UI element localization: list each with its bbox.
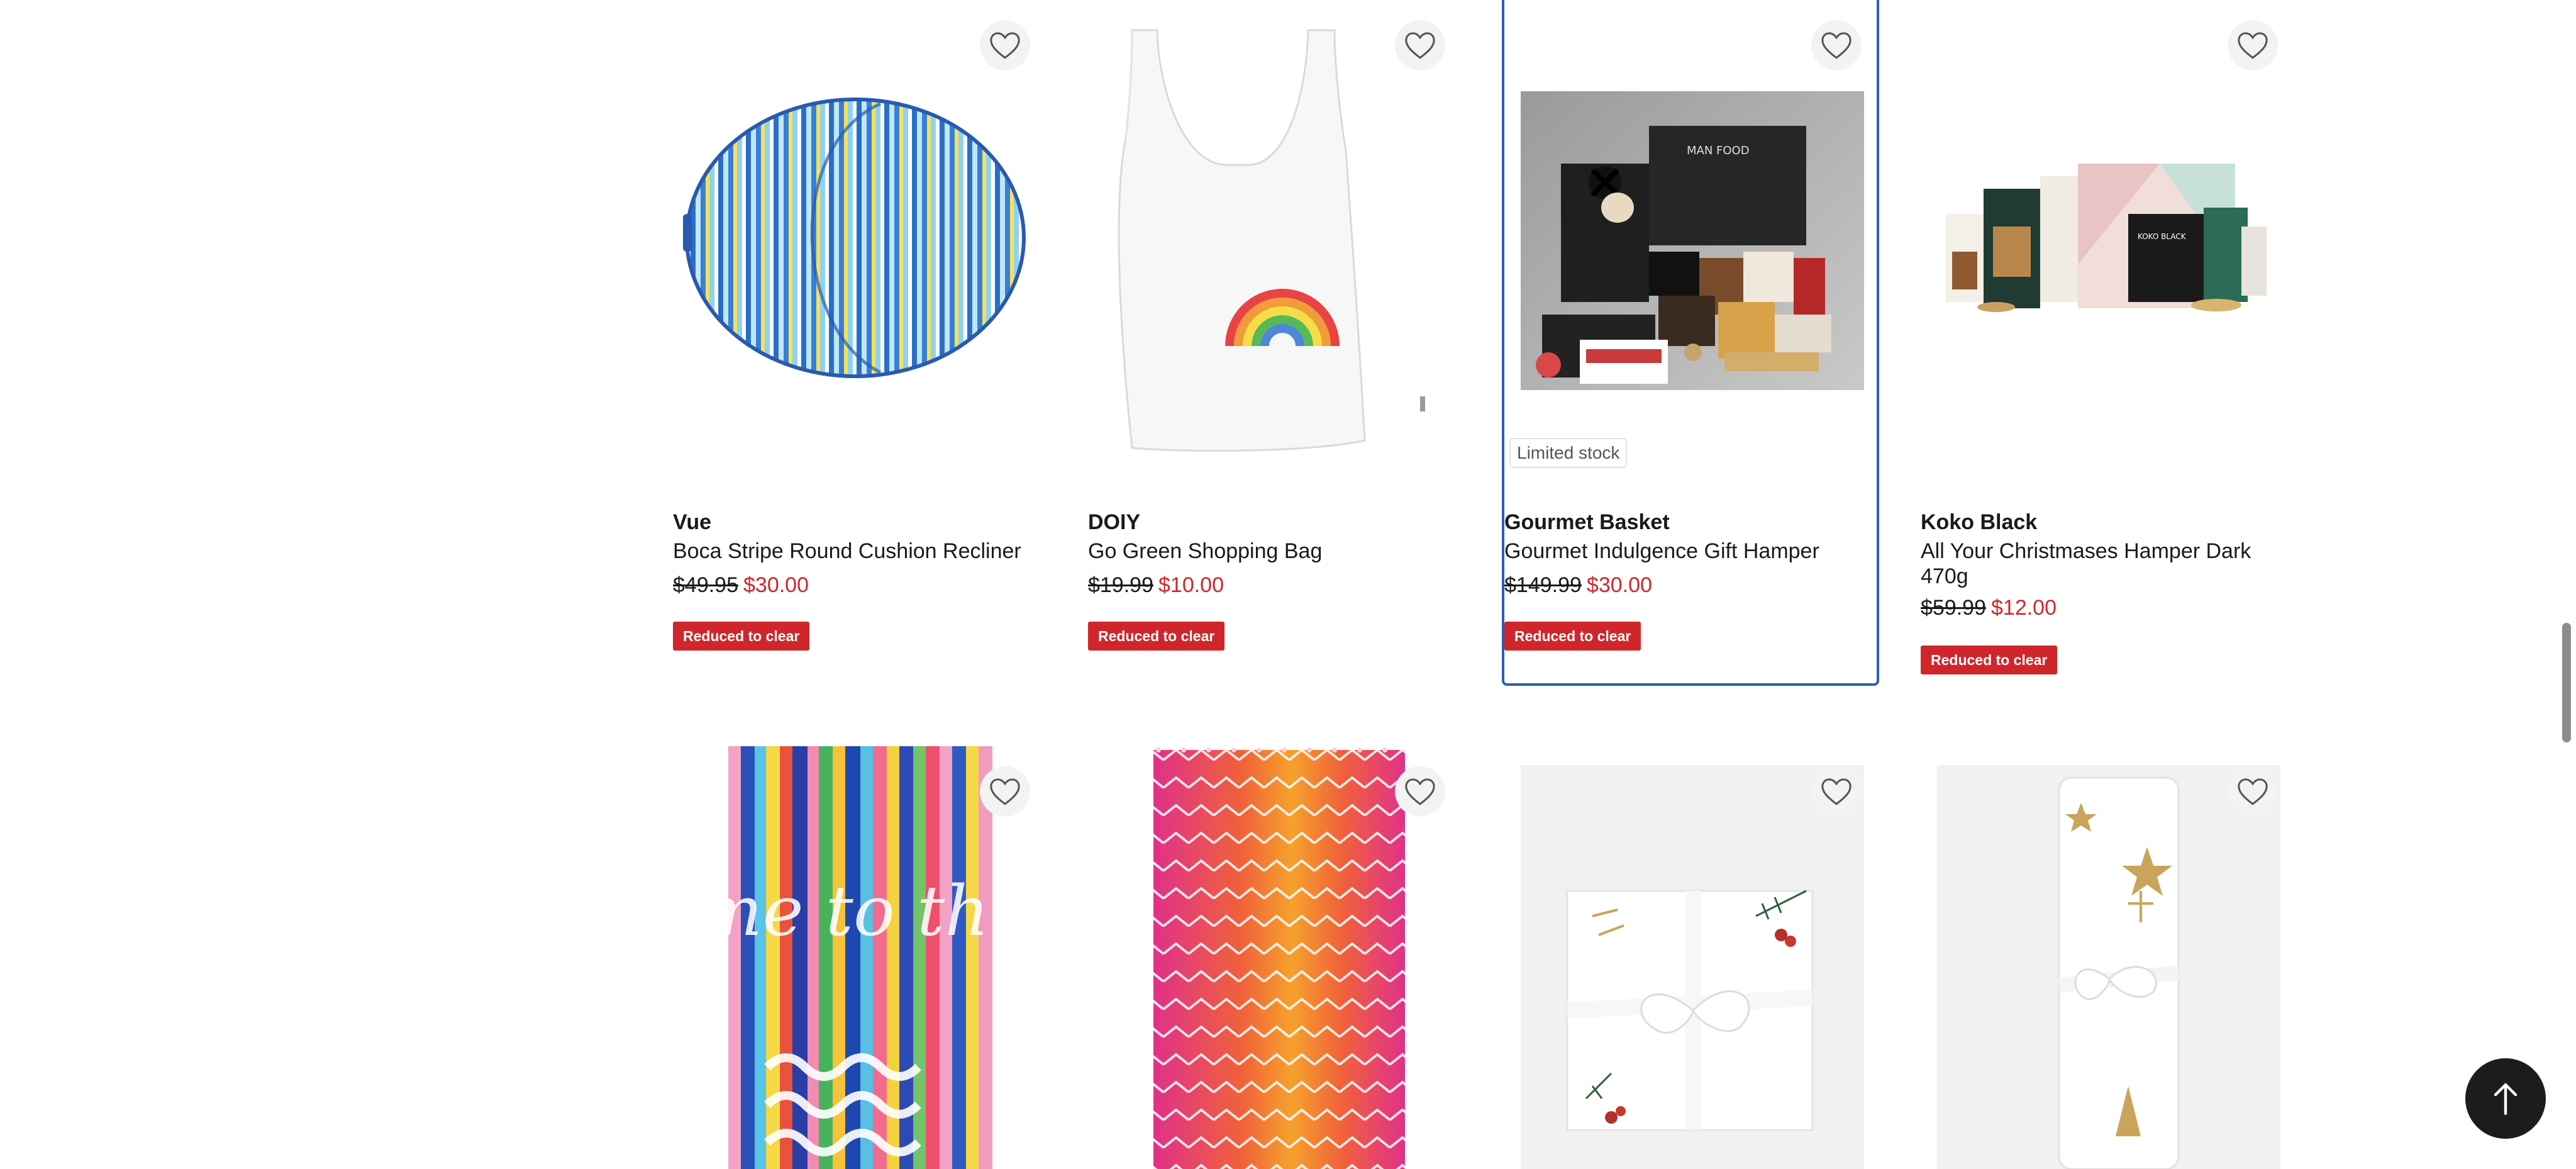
favourite-button[interactable] [1811, 20, 1862, 70]
reduced-to-clear-badge: Reduced to clear [1504, 622, 1641, 651]
product-image[interactable] [673, 0, 1050, 478]
product-brand[interactable]: Vue [673, 510, 711, 535]
product-grid: Vue Boca Stripe Round Cushion Recliner $… [0, 0, 2576, 1169]
arrow-up-icon [2494, 1083, 2518, 1116]
sale-price: $30.00 [1586, 573, 1652, 597]
product-card[interactable] [1504, 746, 1882, 1169]
sale-price: $12.00 [1991, 596, 2057, 620]
heart-outline-icon [990, 778, 1020, 805]
product-image[interactable] [1088, 0, 1465, 478]
heart-outline-icon [990, 32, 1020, 59]
product-price: $49.95 $30.00 [673, 573, 809, 598]
product-image[interactable]: KOKO BLACK [1921, 0, 2298, 478]
back-to-top-button[interactable] [2465, 1058, 2546, 1139]
heart-outline-icon [1821, 778, 1852, 805]
favourite-button[interactable] [2228, 766, 2278, 817]
shopping-bag-image [1118, 29, 1425, 452]
original-price: $149.99 [1504, 573, 1582, 597]
svg-text:MAN FOOD: MAN FOOD [1687, 144, 1750, 157]
heart-outline-icon [1405, 32, 1435, 59]
favourite-button[interactable] [1395, 766, 1445, 817]
sale-price: $30.00 [743, 573, 809, 597]
product-name[interactable]: Boca Stripe Round Cushion Recliner [673, 539, 1050, 564]
original-price: $19.99 [1088, 573, 1153, 597]
product-brand[interactable]: Koko Black [1921, 510, 2037, 535]
cushion-recliner-image [683, 98, 1026, 378]
reduced-to-clear-badge: Reduced to clear [1921, 646, 2058, 674]
product-name[interactable]: All Your Christmases Hamper Dark 470g [1921, 539, 2298, 589]
favourite-button[interactable] [1811, 766, 1862, 817]
product-price: $59.99 $12.00 [1921, 595, 2057, 620]
product-card[interactable] [1088, 746, 1465, 1169]
favourite-button[interactable] [1395, 20, 1445, 70]
reduced-to-clear-badge: Reduced to clear [673, 622, 810, 651]
product-card[interactable]: take me to the SEA [673, 746, 1050, 1169]
towel-print-text: take me to the SEA [673, 871, 1050, 951]
product-brand[interactable]: Gourmet Basket [1504, 510, 1670, 535]
limited-stock-label: Limited stock [1509, 438, 1628, 468]
product-price: $19.99 $10.00 [1088, 573, 1224, 598]
heart-outline-icon [2238, 32, 2268, 59]
original-price: $59.99 [1921, 596, 1986, 620]
svg-text:KOKO BLACK: KOKO BLACK [2138, 232, 2187, 241]
chocolate-hamper-image: KOKO BLACK [1946, 164, 2267, 312]
product-brand[interactable]: DOIY [1088, 510, 1140, 535]
product-image[interactable]: MAN FOOD Limited stock [1504, 0, 1882, 478]
product-name[interactable]: Go Green Shopping Bag [1088, 539, 1465, 564]
reduced-to-clear-badge: Reduced to clear [1088, 622, 1225, 651]
product-price: $149.99 $30.00 [1504, 573, 1652, 598]
heart-outline-icon [1405, 778, 1435, 805]
favourite-button[interactable] [980, 766, 1030, 817]
product-card[interactable] [1921, 746, 2298, 1169]
favourite-button[interactable] [980, 20, 1030, 70]
heart-outline-icon [2238, 778, 2268, 805]
original-price: $49.95 [673, 573, 738, 597]
heart-outline-icon [1821, 32, 1852, 59]
scrollbar-thumb[interactable] [2562, 623, 2571, 742]
gift-hamper-image: MAN FOOD [1521, 91, 1864, 390]
favourite-button[interactable] [2228, 20, 2278, 70]
product-name[interactable]: Gourmet Indulgence Gift Hamper [1504, 539, 1882, 564]
sale-price: $10.00 [1158, 573, 1224, 597]
